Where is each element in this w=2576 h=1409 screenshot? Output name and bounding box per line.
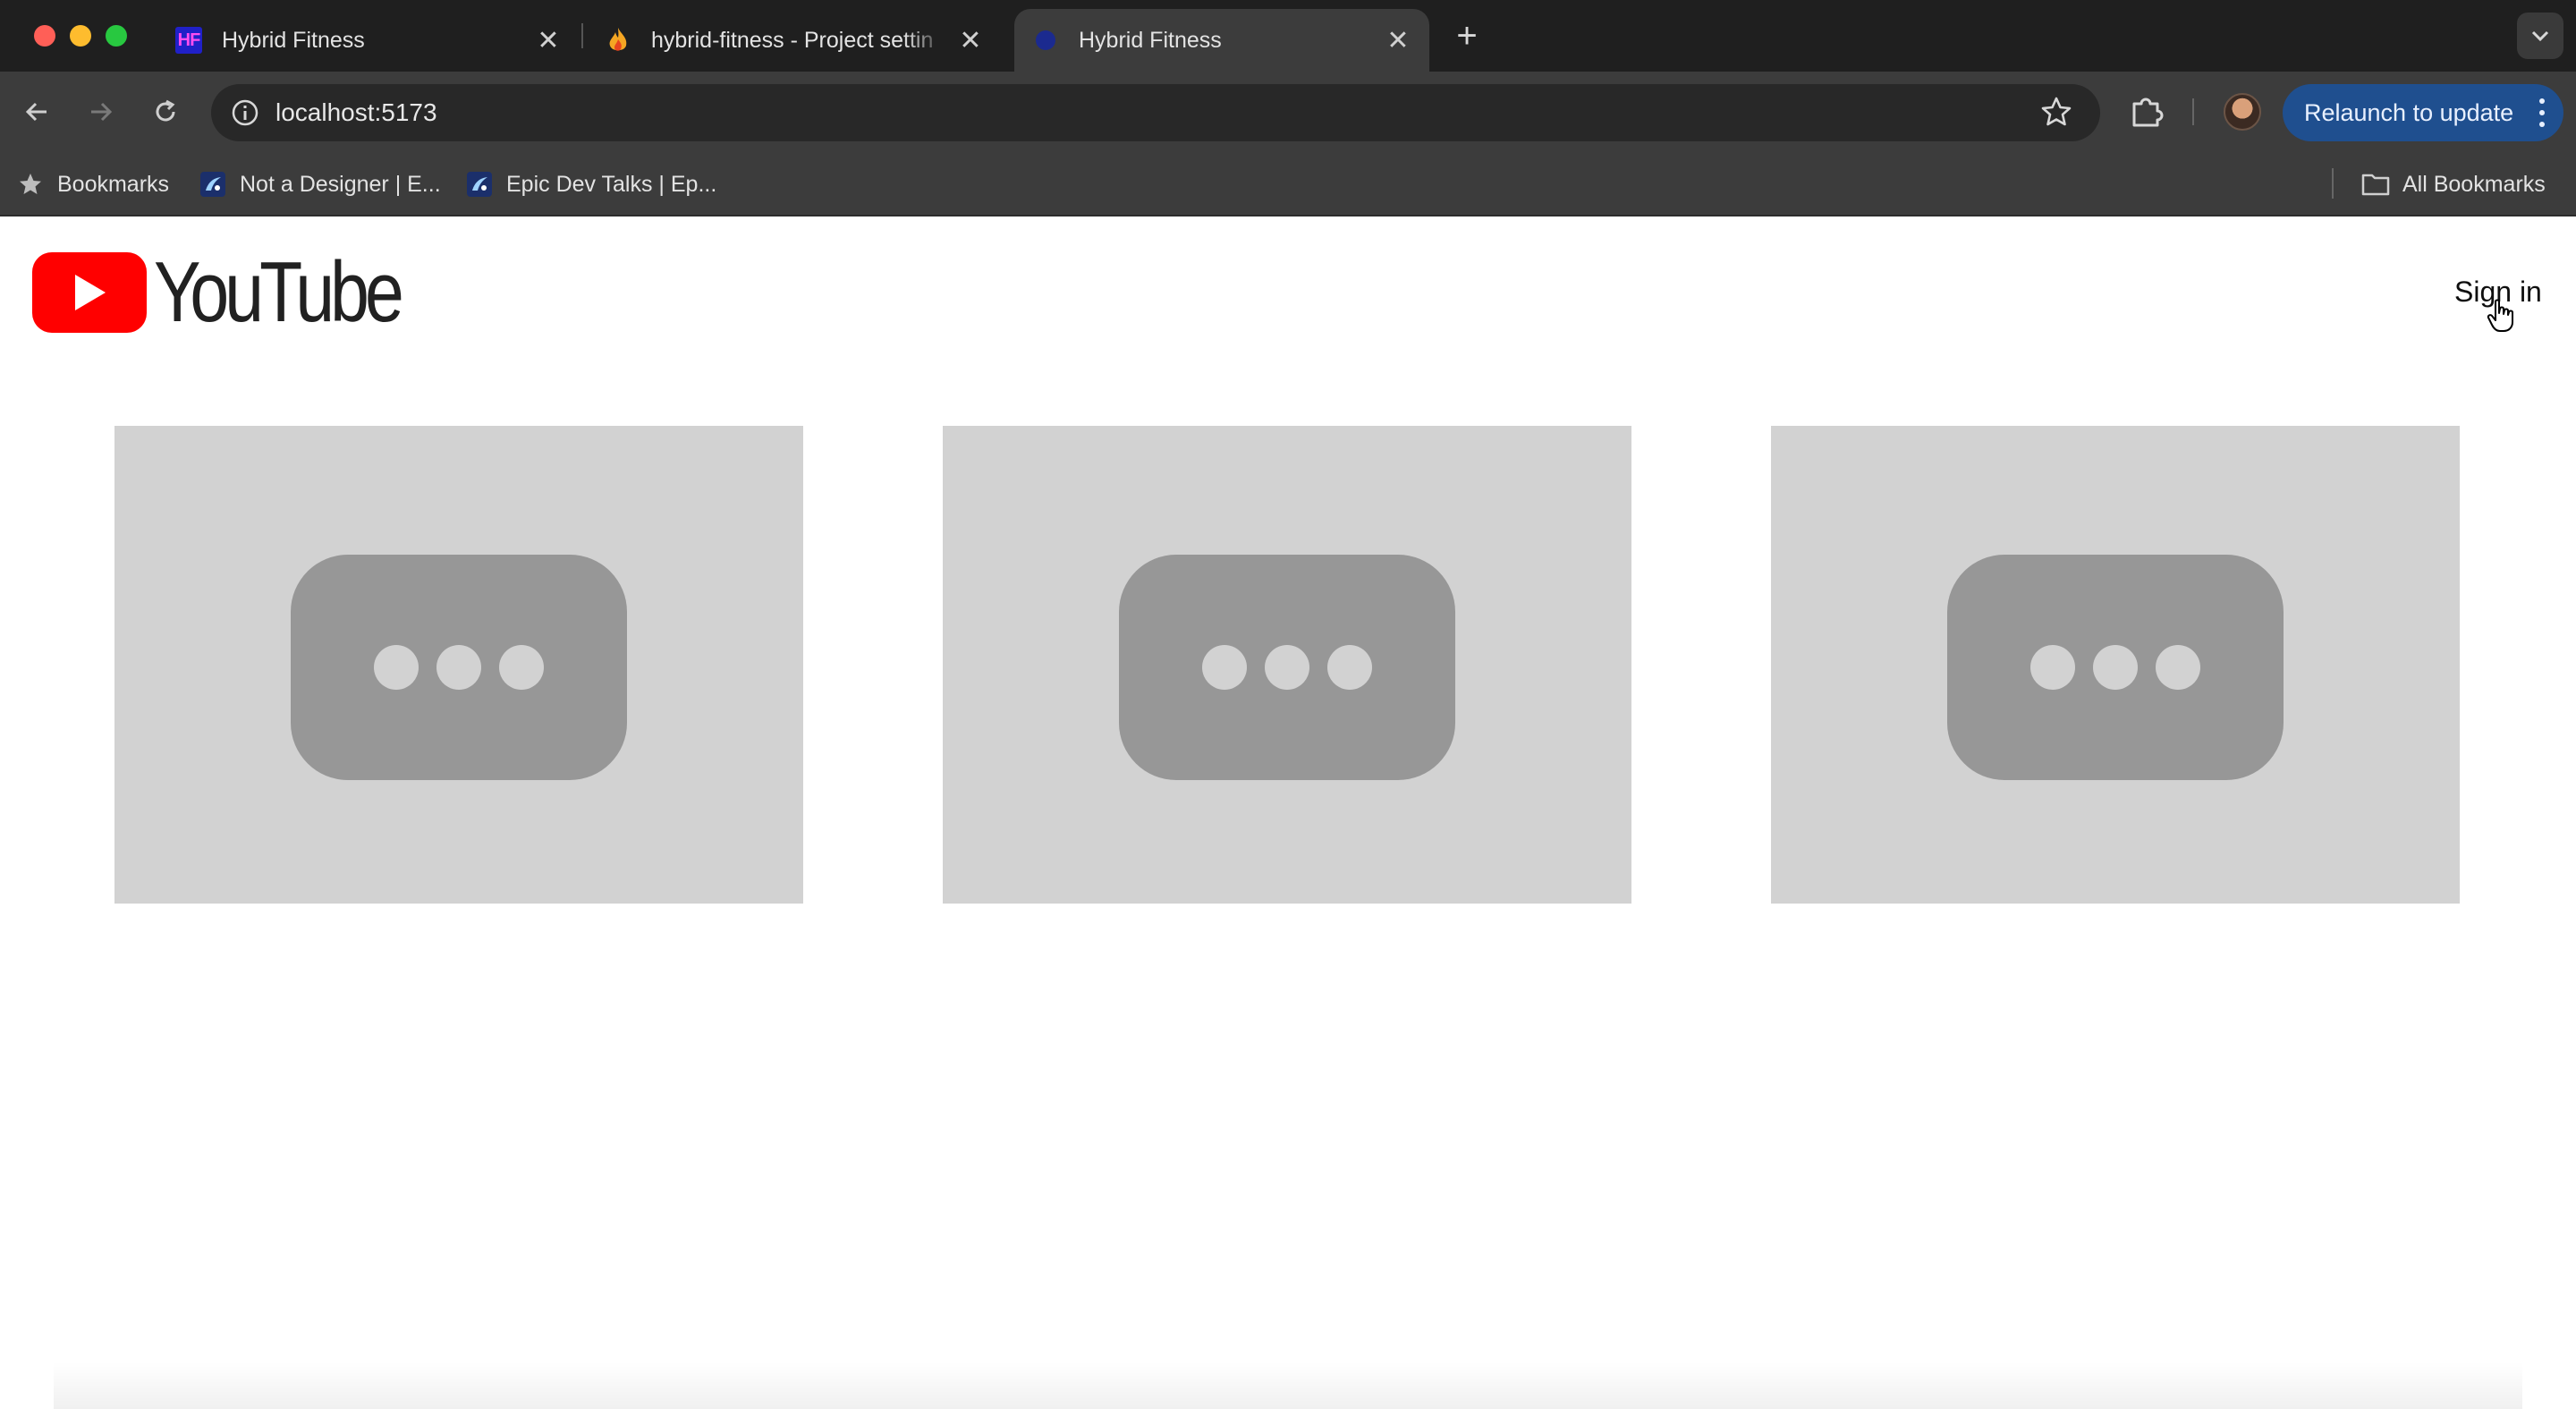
back-arrow-icon [25,102,47,122]
bookmarks-bar: Bookmarks Not a Designer | E... Epic Dev… [0,152,2576,216]
more-menu-icon[interactable] [2538,98,2546,127]
bottom-shadow [54,1362,2522,1409]
loading-dots-icon [1119,555,1455,780]
profile-avatar[interactable] [2224,93,2261,131]
globe-dot-icon [1032,27,1059,54]
close-tab-icon[interactable]: ✕ [957,25,984,56]
extensions-puzzle-icon[interactable] [2127,91,2166,135]
relaunch-to-update-button[interactable]: Relaunch to update [2283,84,2563,141]
firebase-flame-icon [605,27,631,54]
youtube-wordmark: YouTube [154,244,404,340]
relaunch-label: Relaunch to update [2304,98,2514,126]
forward-arrow-icon [91,102,113,122]
folder-icon [2361,170,2390,199]
address-bar[interactable]: localhost:5173 [211,84,2100,141]
bookmark-label: Epic Dev Talks | Ep... [506,171,717,197]
all-bookmarks-button[interactable]: All Bookmarks [2361,152,2546,216]
play-icon [32,252,147,333]
browser-toolbar: localhost:5173 Relaunch to update [0,72,2576,152]
tab-hybrid-fitness-1[interactable]: HF Hybrid Fitness ✕ [157,9,580,72]
url-text: localhost:5173 [275,98,437,126]
bookmark-star-icon[interactable] [2039,95,2073,133]
bookmark-item-epic-dev-talks[interactable]: Epic Dev Talks | Ep... [465,152,716,216]
tab-title: hybrid-fitness - Project settin [651,27,934,53]
youtube-logo[interactable]: YouTube [32,244,453,340]
bookmark-label: Not a Designer | E... [240,171,441,197]
tab-search-button[interactable] [2517,13,2563,59]
back-button[interactable] [16,91,57,132]
page-content: YouTube Sign in [0,216,2576,1409]
bookmark-item-bookmarks[interactable]: Bookmarks [16,152,169,216]
chevron-down-icon [2531,30,2549,42]
reload-icon [156,99,175,122]
epic-logo-icon [465,170,494,199]
close-tab-icon[interactable]: ✕ [1385,25,1411,56]
forward-button[interactable] [80,91,122,132]
tab-title: Hybrid Fitness [1079,27,1222,53]
close-window-button[interactable] [34,25,55,47]
reload-button[interactable] [145,91,186,132]
tab-project-settings[interactable]: hybrid-fitness - Project settin ✕ [587,9,1002,72]
hf-logo-icon: HF [175,27,202,54]
epic-logo-icon [199,170,227,199]
tab-divider [581,23,583,48]
bookmark-item-not-a-designer[interactable]: Not a Designer | E... [199,152,441,216]
loading-dots-icon [1947,555,2284,780]
site-info-icon[interactable] [227,95,263,131]
close-tab-icon[interactable]: ✕ [535,25,562,56]
bookmark-label: Bookmarks [57,171,170,197]
video-placeholder-card[interactable] [114,426,803,904]
new-tab-button[interactable]: + [1449,16,1485,55]
tab-hybrid-fitness-active[interactable]: Hybrid Fitness ✕ [1014,9,1429,72]
toolbar-divider [2192,98,2194,125]
tab-title: Hybrid Fitness [222,27,365,53]
star-icon [16,170,45,199]
fullscreen-window-button[interactable] [106,25,127,47]
minimize-window-button[interactable] [70,25,91,47]
video-placeholder-card[interactable] [943,426,1631,904]
tab-strip: HF Hybrid Fitness ✕ hybrid-fitness - Pro… [0,0,2576,72]
loading-dots-icon [291,555,627,780]
video-placeholder-card[interactable] [1771,426,2460,904]
bookmarks-divider [2332,168,2334,199]
all-bookmarks-label: All Bookmarks [2402,171,2546,197]
hand-pointer-cursor-icon [2487,299,2515,337]
